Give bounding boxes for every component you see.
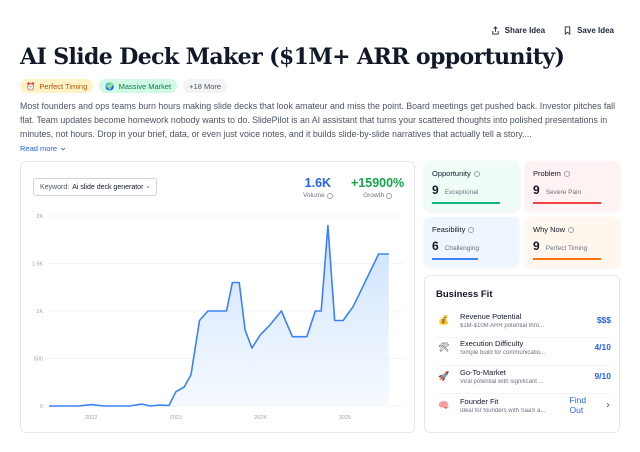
go-to-market-title: Go-To-Market: [460, 367, 506, 377]
why-now-tile[interactable]: Why Now 9 Perfect Timing: [525, 217, 620, 267]
opportunity-score: 9: [432, 183, 439, 197]
info-icon[interactable]: [473, 170, 480, 177]
problem-label: Problem: [533, 169, 561, 178]
y-tick-label: 1K: [36, 309, 43, 315]
share-idea-button[interactable]: Share Idea: [491, 26, 545, 35]
why-now-score: 9: [533, 239, 540, 253]
feasibility-bar: [432, 258, 478, 260]
founder-fit-sub: Ideal for founders with SaaS a...: [459, 407, 546, 414]
why-now-bar: [533, 258, 601, 260]
read-more-link[interactable]: Read more: [20, 144, 66, 153]
opportunity-label: Opportunity: [432, 169, 471, 178]
problem-sub: Severe Pain: [545, 189, 582, 196]
brain-icon: 🧠: [438, 399, 450, 410]
x-tick-label: 2023: [170, 415, 182, 421]
rocket-icon: 🚀: [438, 370, 450, 381]
problem-bar: [533, 202, 601, 204]
business-fit-title: Business Fit: [436, 289, 493, 300]
tools-icon: 🛠: [438, 341, 450, 352]
find-out-link[interactable]: Find Out: [570, 395, 611, 415]
massive-market-badge[interactable]: 🌍 Massive Market: [99, 79, 178, 93]
revenue-potential-sub: $1M-$10M ARR potential thro...: [460, 322, 545, 329]
feasibility-tile[interactable]: Feasibility 6 Challenging: [424, 217, 519, 267]
feasibility-score: 6: [432, 239, 439, 253]
info-icon[interactable]: [468, 226, 475, 233]
save-idea-button[interactable]: Save Idea: [563, 26, 614, 35]
revenue-potential-title: Revenue Potential: [460, 311, 522, 321]
y-tick-label: 2K: [36, 214, 43, 220]
feasibility-label: Feasibility: [432, 225, 466, 234]
opportunity-bar: [432, 202, 500, 204]
read-more-label: Read more: [20, 144, 58, 153]
problem-score: 9: [533, 183, 540, 197]
globe-icon: 🌍: [105, 81, 115, 91]
problem-tile[interactable]: Problem 9 Severe Pain: [525, 161, 620, 211]
info-icon[interactable]: [568, 226, 575, 233]
top-actions: Share Idea Save Idea: [491, 26, 614, 35]
go-to-market-sub: Viral potential with significant ...: [460, 378, 544, 385]
execution-difficulty-sub: Simple build for communicatio...: [460, 349, 546, 356]
chevron-right-icon: [606, 402, 610, 408]
trend-chart: 0 500 1K 1.5K 2K 2022 2023 2024 2025: [32, 214, 404, 421]
feasibility-sub: Challenging: [444, 245, 480, 252]
execution-difficulty-value: 4/10: [594, 342, 611, 352]
more-badges-label: +18 More: [189, 81, 222, 91]
why-now-sub: Perfect Timing: [545, 245, 588, 252]
chevron-down-icon: [61, 147, 66, 150]
share-icon: [491, 26, 499, 35]
page-title: AI Slide Deck Maker ($1M+ ARR opportunit…: [20, 44, 565, 70]
revenue-potential-row[interactable]: 💰 Revenue Potential $1M-$10M ARR potentia…: [436, 305, 611, 335]
y-tick-label: 1.5K: [32, 262, 44, 268]
badge-row: ⏰ Perfect Timing 🌍 Massive Market +18 Mo…: [20, 79, 228, 93]
why-now-label: Why Now: [533, 225, 566, 234]
y-tick-label: 0: [40, 404, 43, 410]
execution-difficulty-row[interactable]: 🛠 Execution Difficulty Simple build for c…: [436, 332, 611, 362]
revenue-potential-value: $$$: [596, 315, 611, 325]
more-badges-button[interactable]: +18 More: [183, 79, 228, 93]
trend-area: [49, 225, 389, 406]
founder-fit-title: Founder Fit: [459, 396, 499, 406]
x-tick-label: 2025: [339, 415, 351, 421]
opportunity-tile[interactable]: Opportunity 9 Exceptional: [424, 161, 519, 211]
x-tick-label: 2022: [85, 415, 97, 421]
trend-chart-card: Keyword: Ai slide deck generator 1.6K Vo…: [20, 161, 415, 433]
bookmark-icon: [564, 26, 571, 35]
massive-market-label: Massive Market: [118, 81, 172, 91]
perfect-timing-badge[interactable]: ⏰ Perfect Timing: [20, 79, 94, 93]
x-tick-label: 2024: [254, 415, 266, 421]
go-to-market-value: 9/10: [594, 371, 611, 381]
save-idea-label: Save Idea: [577, 26, 614, 35]
execution-difficulty-title: Execution Difficulty: [460, 338, 524, 348]
business-fit-card: Business Fit 💰 Revenue Potential $1M-$10M…: [424, 275, 620, 433]
find-out-label: Find Out: [569, 395, 587, 415]
go-to-market-row[interactable]: 🚀 Go-To-Market Viral potential with signi…: [436, 361, 611, 391]
share-idea-label: Share Idea: [504, 26, 546, 35]
idea-description: Most founders and ops teams burn hours m…: [20, 101, 616, 139]
y-tick-label: 500: [34, 357, 43, 363]
money-bag-icon: 💰: [438, 314, 450, 325]
alarm-clock-icon: ⏰: [26, 81, 36, 91]
founder-fit-row[interactable]: 🧠 Founder Fit Ideal for founders with Saa…: [436, 390, 611, 420]
perfect-timing-label: Perfect Timing: [39, 81, 88, 91]
opportunity-sub: Exceptional: [444, 189, 479, 196]
info-icon[interactable]: [563, 170, 570, 177]
